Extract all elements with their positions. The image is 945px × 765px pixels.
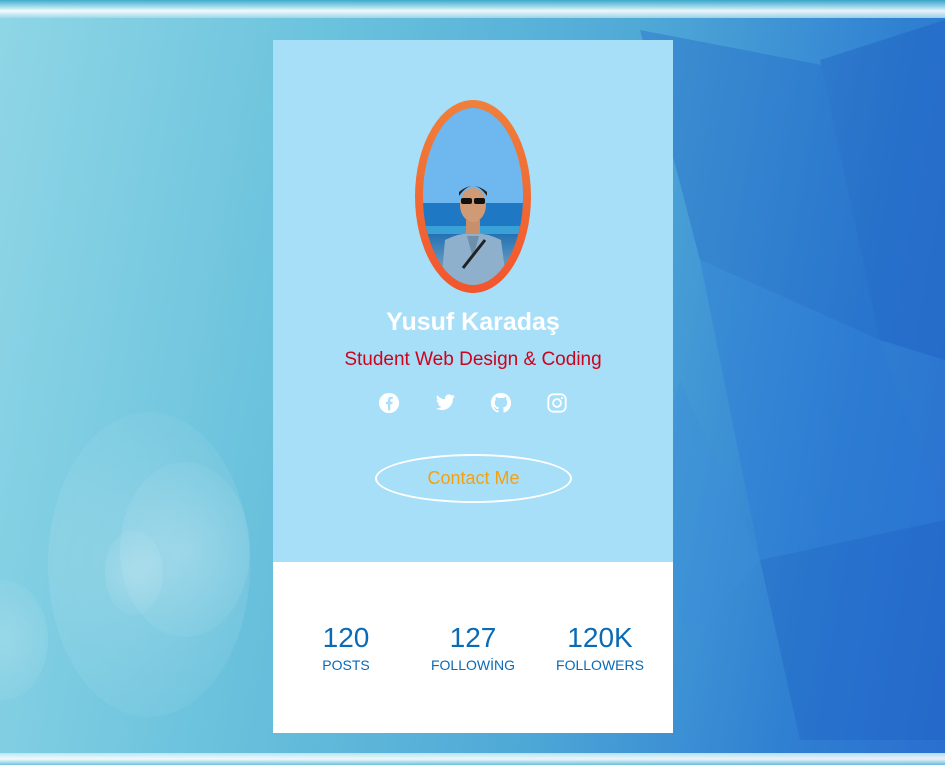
instagram-icon (547, 393, 567, 413)
facebook-icon (378, 392, 400, 414)
stat-value: 120K (567, 622, 633, 653)
avatar (423, 108, 523, 285)
facebook-link[interactable] (377, 391, 401, 415)
profile-title: Student Web Design & Coding (344, 349, 602, 370)
github-link[interactable] (489, 391, 513, 415)
stat-label: POSTS (322, 657, 370, 673)
twitter-icon (435, 394, 455, 411)
twitter-link[interactable] (433, 391, 457, 415)
stat-value: 127 (449, 622, 497, 653)
avatar-ring (415, 100, 531, 293)
avatar-photo (423, 108, 523, 285)
stat-following: 127 FOLLOWİNG (410, 622, 536, 674)
contact-me-button[interactable]: Contact Me (375, 454, 572, 503)
contact-me-label: Contact Me (427, 468, 520, 488)
stat-value: 120 (322, 622, 370, 653)
profile-card: Yusuf Karadaş Student Web Design & Codin… (273, 40, 673, 733)
profile-name: Yusuf Karadaş (386, 308, 560, 336)
stat-label: FOLLOWERS (556, 657, 644, 673)
instagram-link[interactable] (545, 391, 569, 415)
github-icon (490, 392, 512, 413)
stat-posts: 120 POSTS (283, 622, 409, 674)
stat-label: FOLLOWİNG (430, 657, 515, 673)
stats-panel: 120 POSTS 127 FOLLOWİNG 120K FOLLOWERS (273, 562, 673, 733)
bottom-decorative-band (0, 753, 945, 765)
stat-followers: 120K FOLLOWERS (537, 622, 663, 674)
